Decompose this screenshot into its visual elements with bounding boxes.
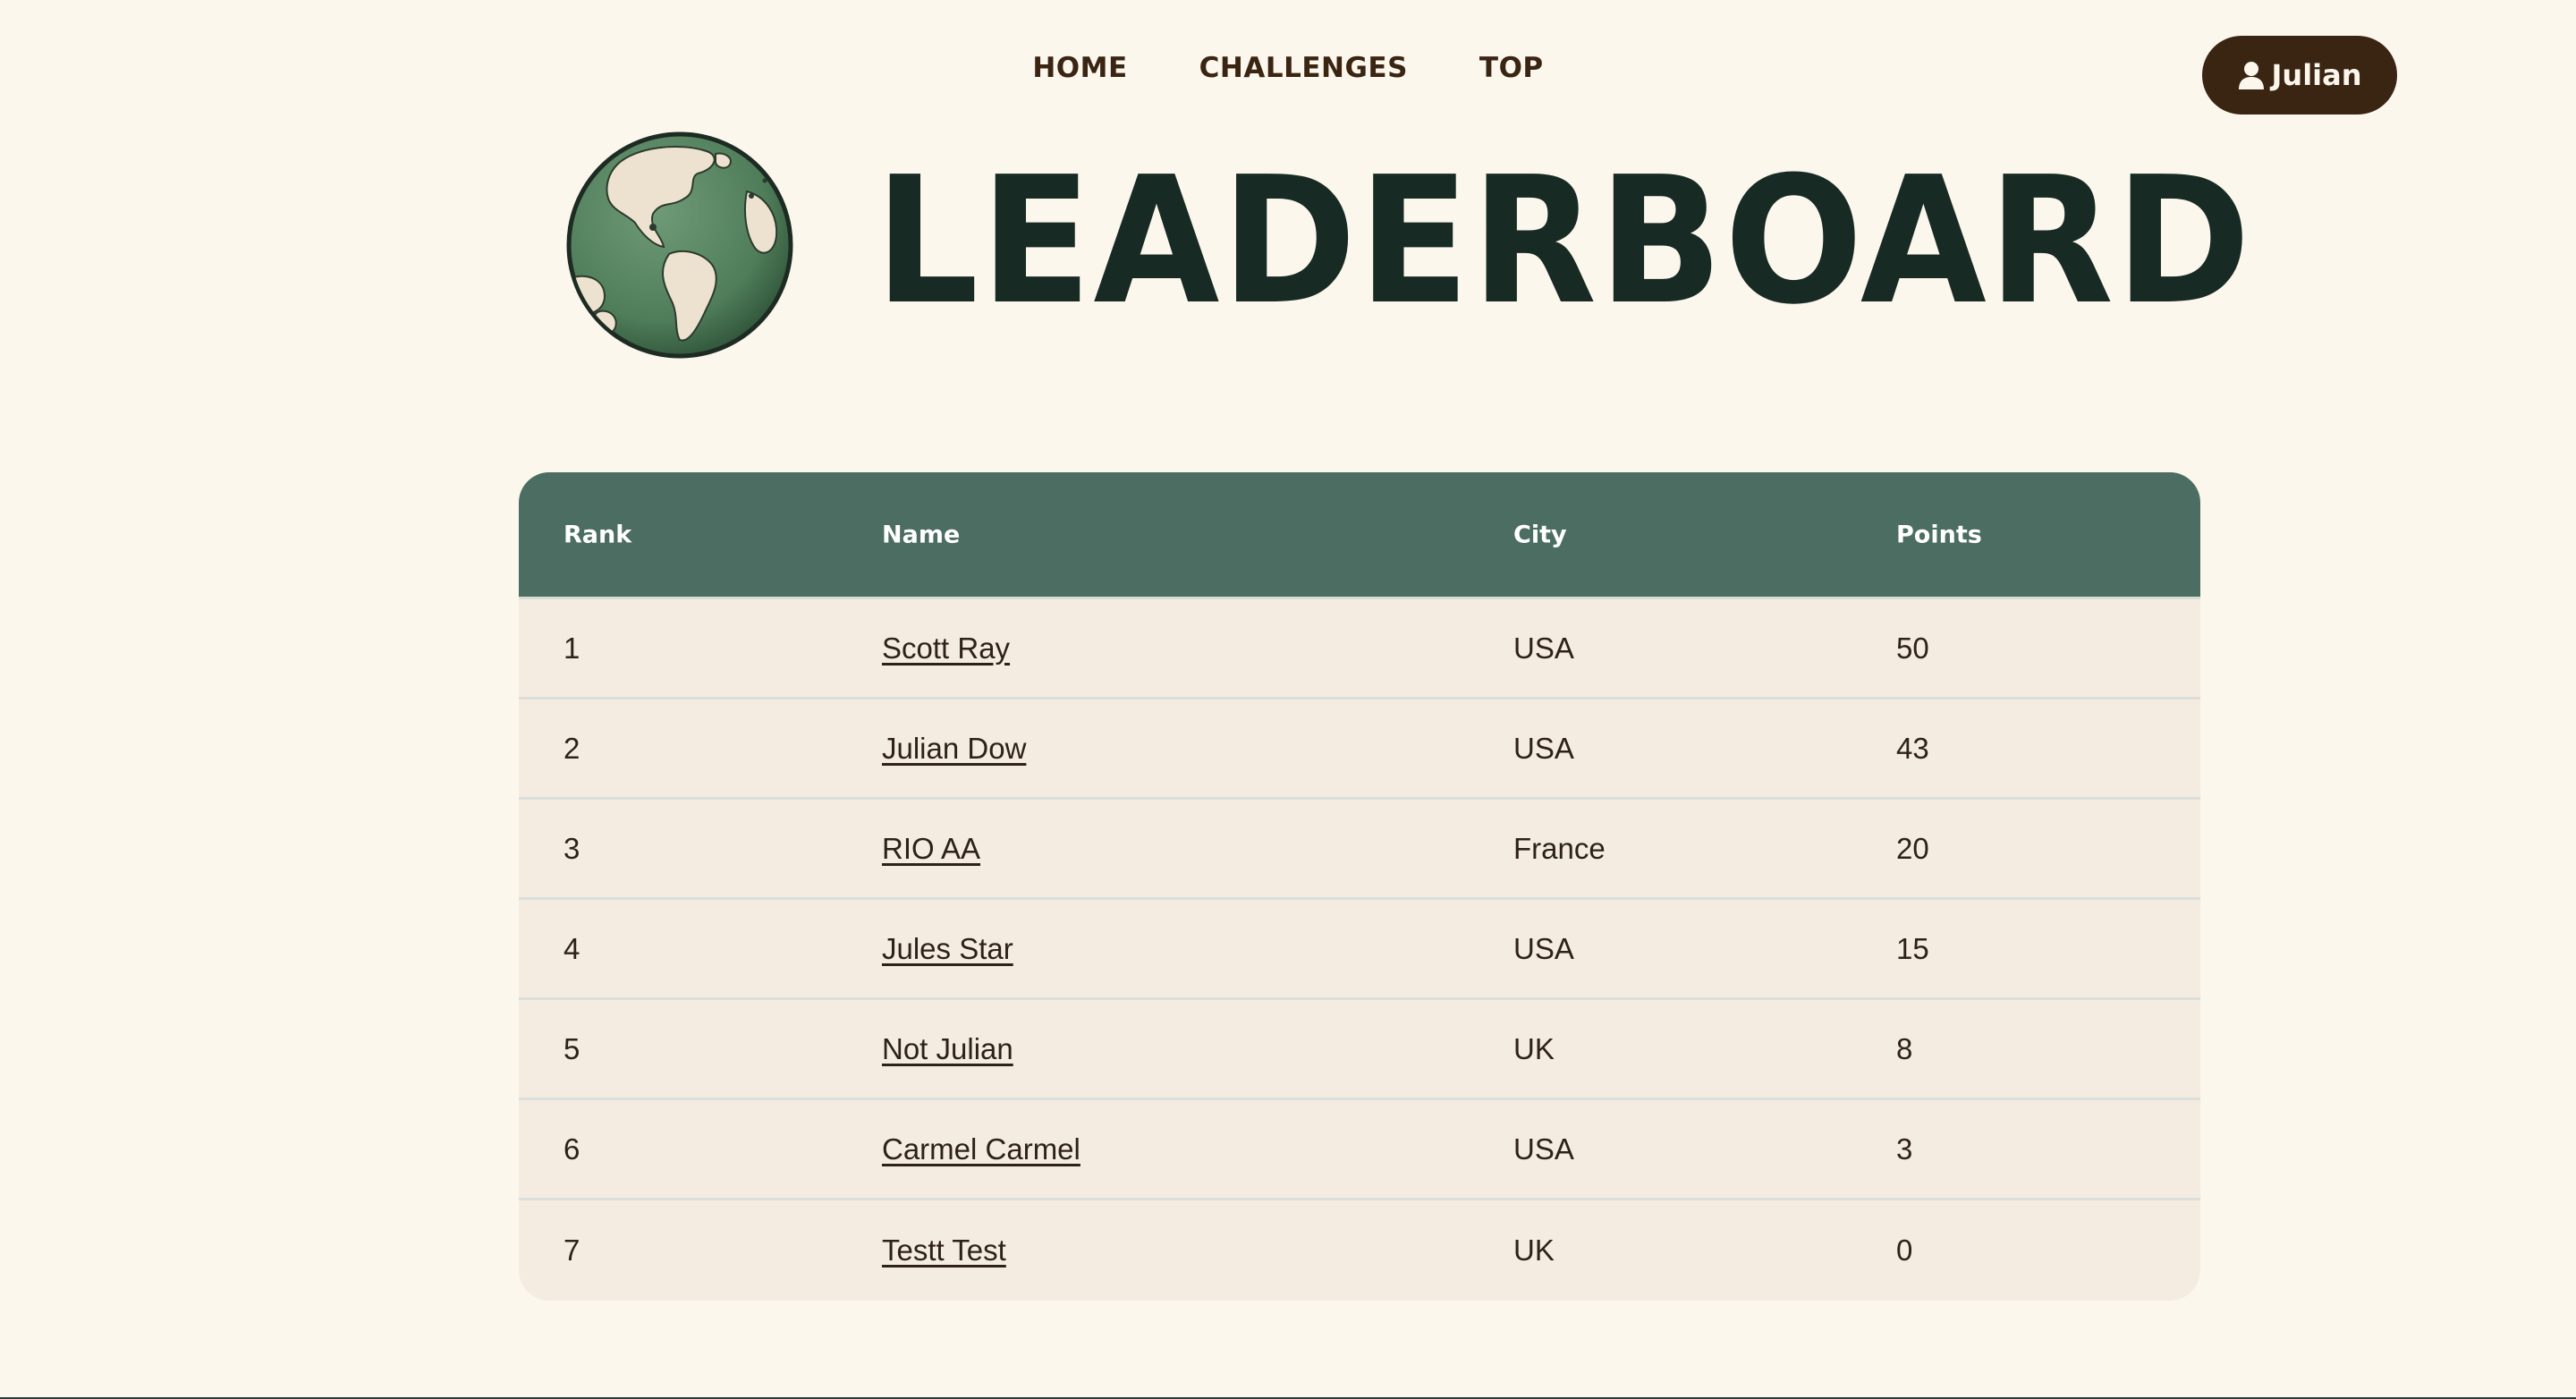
page: HOME CHALLENGES TOP Julian LEADERBOARD R… <box>0 0 2576 1399</box>
points-cell: 15 <box>1896 931 1929 965</box>
player-link[interactable]: Testt Test <box>882 1234 1006 1267</box>
table-row: 4 Jules Star USA 15 <box>519 900 2200 1000</box>
user-name: Julian <box>2271 58 2362 92</box>
player-link[interactable]: Not Julian <box>882 1032 1013 1065</box>
nav-challenges-link[interactable]: CHALLENGES <box>1199 52 1408 84</box>
rank-cell: 1 <box>564 631 580 665</box>
header-name: Name <box>882 521 961 548</box>
user-account-button[interactable]: Julian <box>2202 36 2397 114</box>
header-city: City <box>1513 521 1567 548</box>
city-cell: USA <box>1513 931 1574 965</box>
points-cell: 50 <box>1896 631 1929 665</box>
city-cell: USA <box>1513 731 1574 765</box>
table-header: Rank Name City Points <box>519 472 2200 599</box>
user-icon <box>2238 62 2264 89</box>
rank-cell: 3 <box>564 831 580 865</box>
name-cell: Jules Star <box>882 932 1013 966</box>
player-link[interactable]: Julian Dow <box>882 732 1026 765</box>
table-row: 5 Not Julian UK 8 <box>519 1000 2200 1100</box>
rank-cell: 5 <box>564 1031 580 1065</box>
top-nav: HOME CHALLENGES TOP <box>0 52 2576 84</box>
city-cell: France <box>1513 831 1606 865</box>
name-cell: Scott Ray <box>882 632 1010 666</box>
header-rank: Rank <box>564 521 632 548</box>
globe-icon <box>566 131 793 359</box>
nav-top-link[interactable]: TOP <box>1479 52 1544 84</box>
table-row: 7 Testt Test UK 0 <box>519 1200 2200 1301</box>
city-cell: USA <box>1513 631 1574 665</box>
name-cell: Testt Test <box>882 1234 1006 1268</box>
points-cell: 20 <box>1896 831 1929 865</box>
points-cell: 0 <box>1896 1234 1913 1267</box>
name-cell: Not Julian <box>882 1032 1013 1066</box>
rank-cell: 7 <box>564 1234 580 1267</box>
header-points: Points <box>1896 521 1982 548</box>
player-link[interactable]: Scott Ray <box>882 632 1010 665</box>
city-cell: UK <box>1513 1031 1555 1065</box>
player-link[interactable]: RIO AA <box>882 832 980 865</box>
table-row: 6 Carmel Carmel USA 3 <box>519 1100 2200 1200</box>
player-link[interactable]: Carmel Carmel <box>882 1132 1080 1166</box>
table-row: 2 Julian Dow USA 43 <box>519 700 2200 800</box>
player-link[interactable]: Jules Star <box>882 932 1013 965</box>
points-cell: 3 <box>1896 1132 1913 1166</box>
rank-cell: 4 <box>564 931 580 965</box>
points-cell: 43 <box>1896 731 1929 765</box>
table-row: 1 Scott Ray USA 50 <box>519 599 2200 700</box>
name-cell: Julian Dow <box>882 732 1026 766</box>
city-cell: USA <box>1513 1132 1574 1166</box>
rank-cell: 2 <box>564 731 580 765</box>
points-cell: 8 <box>1896 1031 1913 1065</box>
page-title: LEADERBOARD <box>875 140 2253 343</box>
rank-cell: 6 <box>564 1132 580 1166</box>
name-cell: Carmel Carmel <box>882 1132 1080 1166</box>
nav-home-link[interactable]: HOME <box>1032 52 1127 84</box>
city-cell: UK <box>1513 1234 1555 1267</box>
table-row: 3 RIO AA France 20 <box>519 800 2200 900</box>
leaderboard-table: Rank Name City Points 1 Scott Ray USA 50… <box>519 472 2200 1301</box>
name-cell: RIO AA <box>882 832 980 866</box>
